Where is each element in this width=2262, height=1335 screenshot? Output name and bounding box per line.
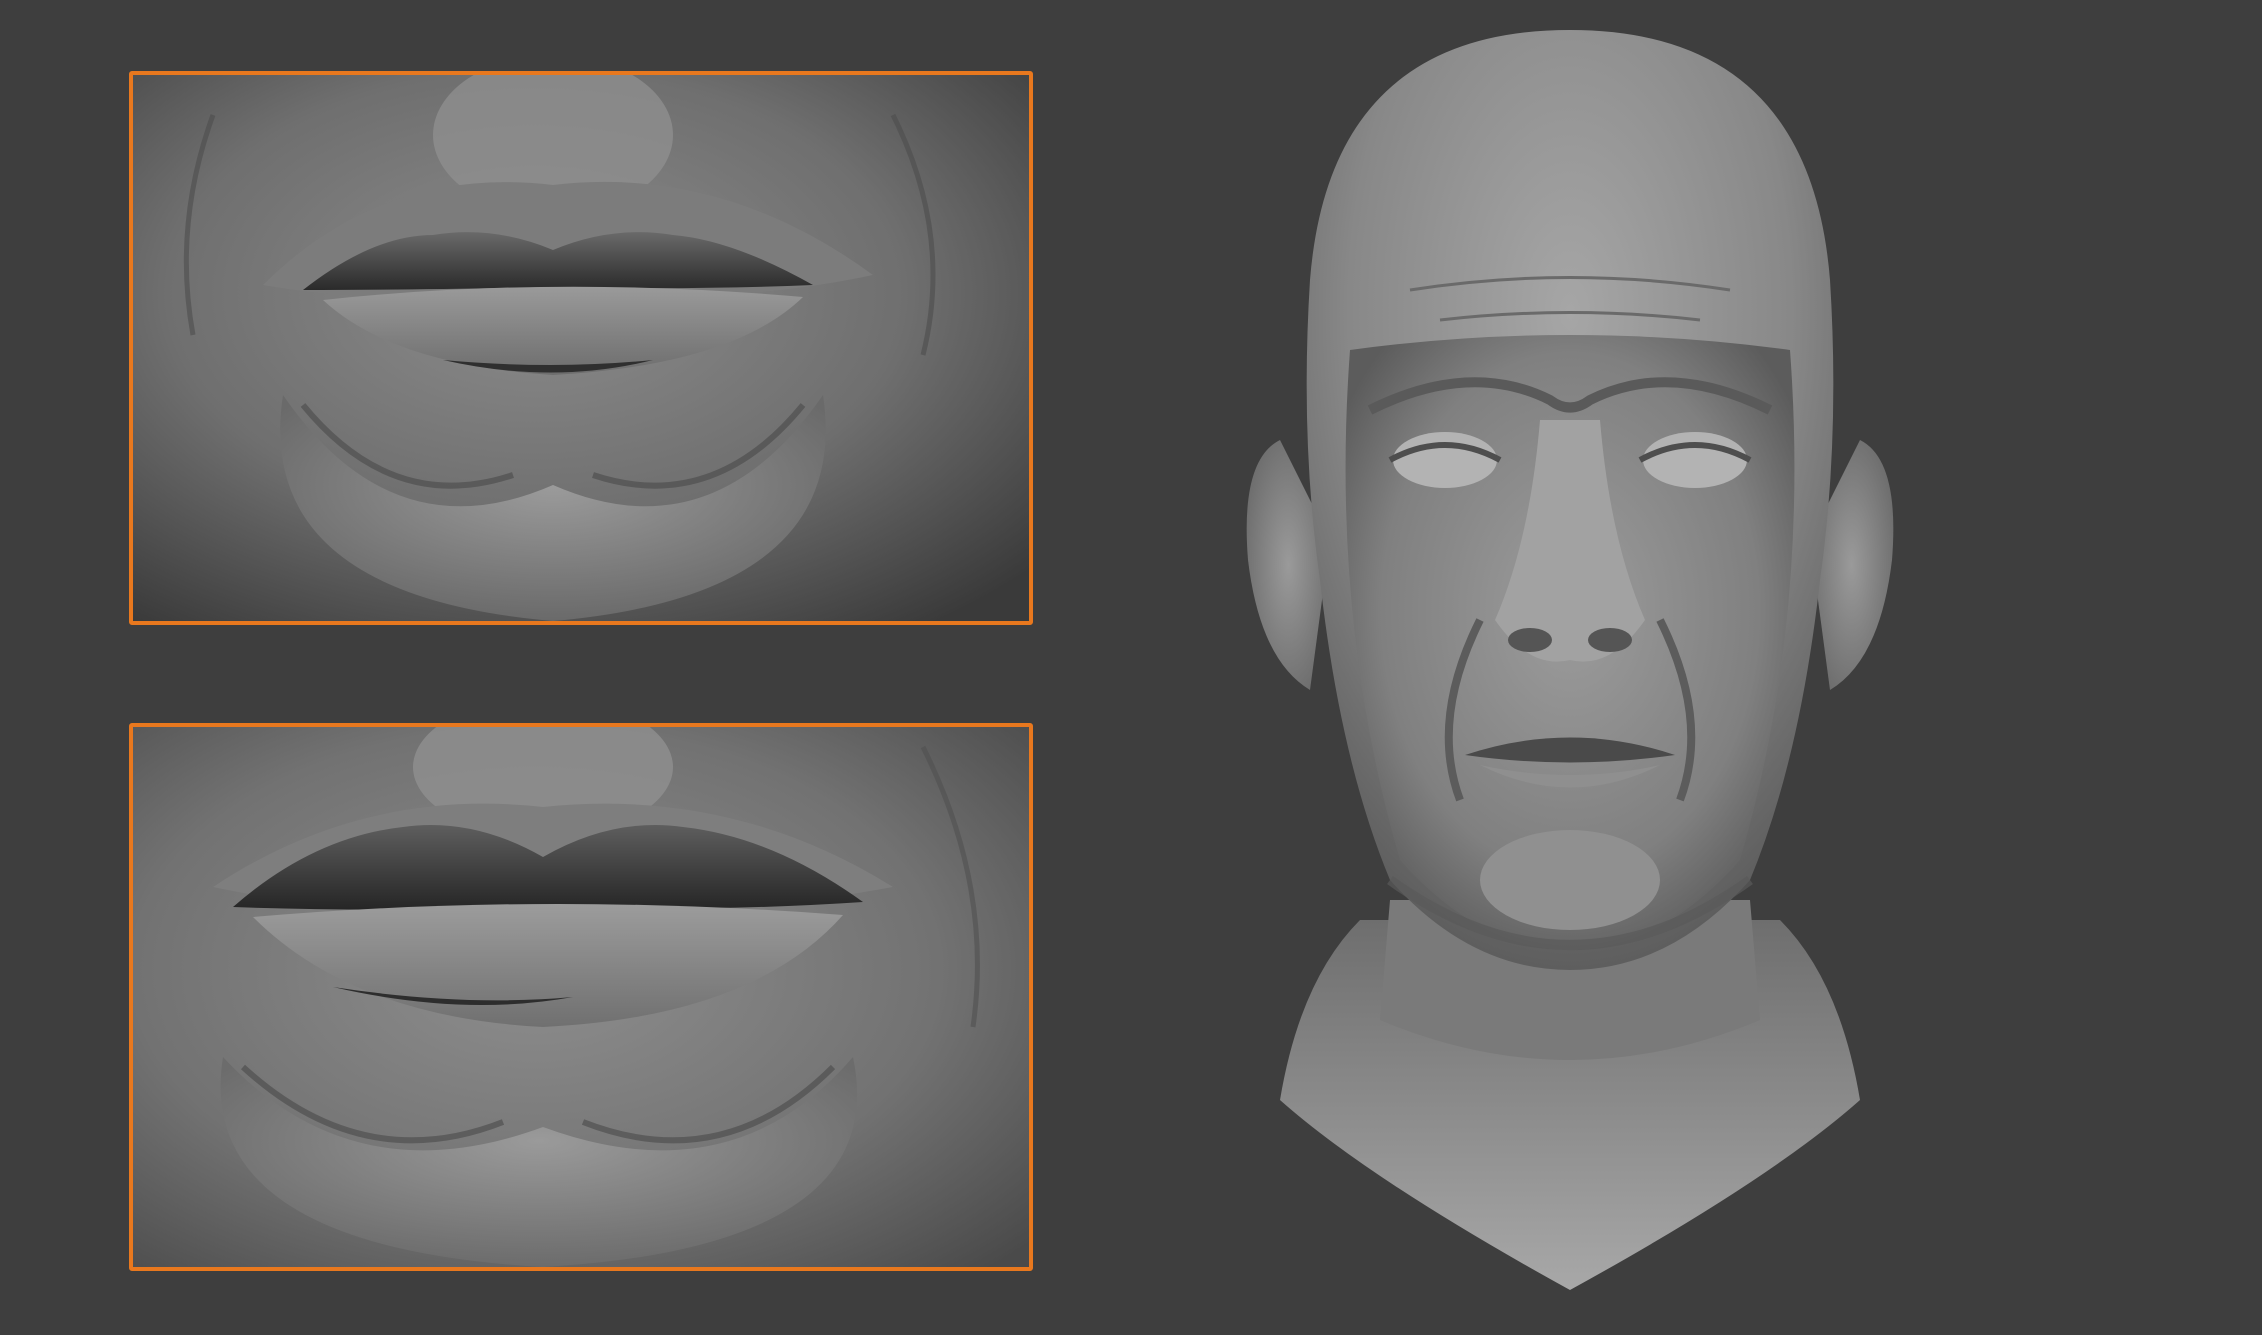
sculpted-head-bust bbox=[1240, 20, 1900, 1320]
head-bust-image bbox=[1246, 30, 1894, 1290]
lips-closeup-panel-top bbox=[129, 71, 1033, 625]
lips-closeup-image-top bbox=[133, 75, 1029, 621]
lips-closeup-image-bottom bbox=[133, 727, 1029, 1267]
lips-closeup-panel-bottom bbox=[129, 723, 1033, 1271]
